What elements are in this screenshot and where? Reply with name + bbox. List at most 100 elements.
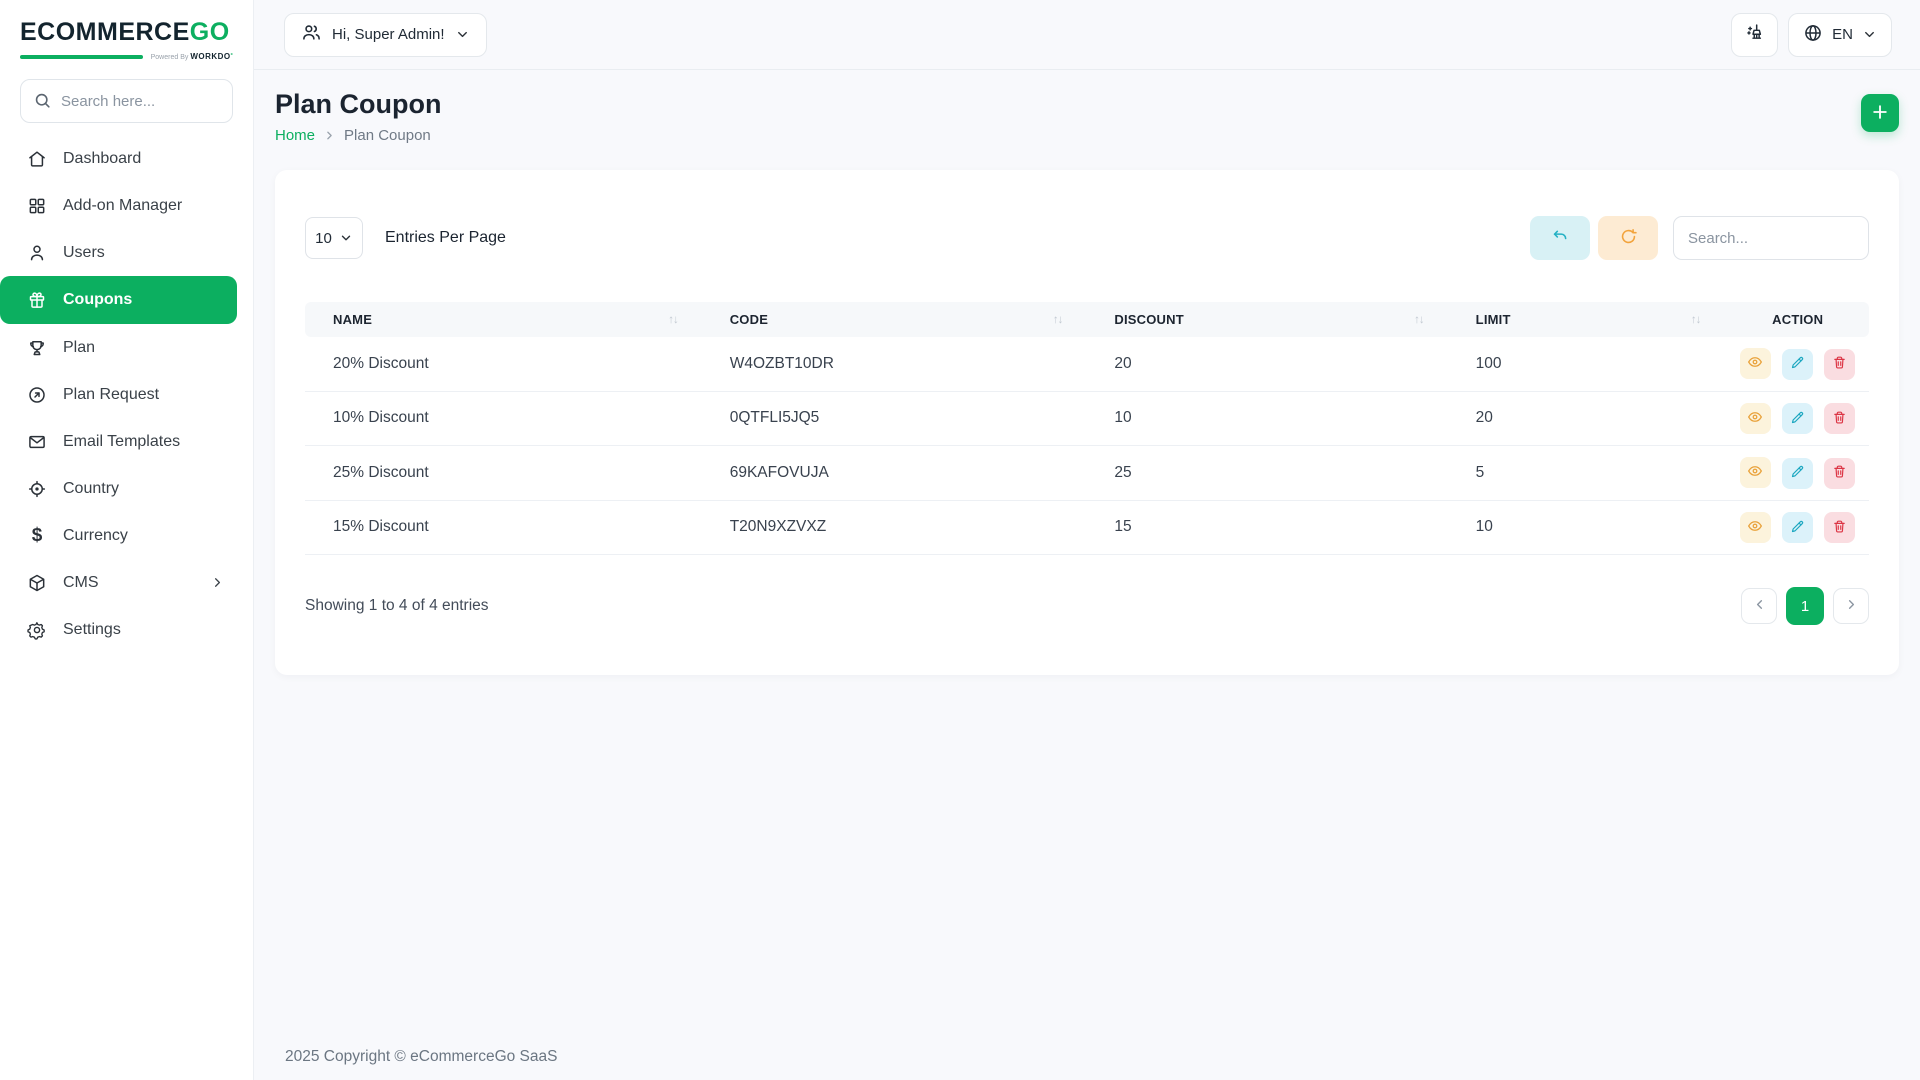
table-tools — [1530, 216, 1869, 260]
arrow-up-right-circle-icon — [27, 385, 47, 405]
sidebar-item-dashboard[interactable]: Dashboard — [0, 135, 253, 182]
edit-button[interactable] — [1782, 458, 1813, 489]
cube-icon — [27, 573, 47, 593]
clear-cache-button[interactable] — [1731, 13, 1778, 57]
coupon-table: NAME↑↓ CODE↑↓ DISCOUNT↑↓ LIMIT↑↓ ACTION … — [305, 302, 1869, 555]
chevron-right-icon — [210, 575, 225, 590]
delete-button[interactable] — [1824, 403, 1855, 434]
column-label: CODE — [730, 312, 768, 327]
trophy-icon — [27, 338, 47, 358]
column-label: LIMIT — [1476, 312, 1511, 327]
topbar: Hi, Super Admin! EN — [254, 0, 1920, 70]
sidebar-item-plan-request[interactable]: Plan Request — [0, 371, 253, 418]
pagination-page-1[interactable]: 1 — [1786, 587, 1824, 625]
sidebar-item-coupons[interactable]: Coupons — [0, 276, 237, 324]
users-group-icon — [301, 22, 322, 47]
user-icon — [27, 243, 47, 263]
brand-logo-sub: Powered By WORKDO˚ — [20, 52, 233, 61]
mail-icon — [27, 432, 47, 452]
sidebar-item-label: Settings — [63, 621, 225, 639]
column-header-limit[interactable]: LIMIT ↑↓ — [1450, 302, 1727, 337]
cell-name: 10% Discount — [305, 391, 704, 446]
pagination-prev-button[interactable] — [1741, 588, 1777, 624]
column-header-name[interactable]: NAME ↑↓ — [305, 302, 704, 337]
gear-icon — [27, 620, 47, 640]
sort-icon[interactable]: ↑↓ — [1691, 314, 1701, 326]
sidebar-item-currency[interactable]: $ Currency — [0, 512, 253, 559]
column-label: ACTION — [1772, 312, 1823, 327]
brand-logo[interactable]: ECOMMERCEGO Powered By WORKDO˚ — [0, 16, 253, 61]
table-row: 15% Discount T20N9XZVXZ 15 10 — [305, 500, 1869, 555]
target-icon — [27, 479, 47, 499]
table-row: 10% Discount 0QTFLI5JQ5 10 20 — [305, 391, 1869, 446]
edit-button[interactable] — [1782, 349, 1813, 380]
chevron-left-icon — [1752, 597, 1767, 615]
brand-name-accent: GO — [190, 18, 230, 46]
globe-icon — [1803, 23, 1823, 47]
chevron-right-icon — [323, 129, 336, 142]
sidebar-item-cms[interactable]: CMS — [0, 559, 253, 606]
delete-button[interactable] — [1824, 512, 1855, 543]
cell-name: 20% Discount — [305, 337, 704, 391]
sidebar-item-label: CMS — [63, 574, 210, 592]
table-header-row: NAME ↑↓ CODE ↑↓ DISCOUNT↑↓ LIMIT ↑↓ ACTION — [305, 302, 1869, 337]
pagination-next-button[interactable] — [1833, 588, 1869, 624]
sidebar-item-plan[interactable]: Plan — [0, 324, 253, 371]
brand-logo-text: ECOMMERCEGO — [20, 18, 233, 47]
eye-icon — [1747, 354, 1763, 373]
table-search-input[interactable] — [1673, 216, 1869, 260]
cell-name: 15% Discount — [305, 500, 704, 555]
sidebar-item-country[interactable]: Country — [0, 465, 253, 512]
sidebar-search — [20, 79, 233, 123]
breadcrumb-home-link[interactable]: Home — [275, 127, 315, 144]
column-header-code[interactable]: CODE ↑↓ — [704, 302, 1089, 337]
refresh-button[interactable] — [1598, 216, 1658, 260]
breadcrumb-current: Plan Coupon — [344, 127, 431, 144]
sort-icon[interactable]: ↑↓ — [1414, 314, 1424, 326]
powered-by: Powered By WORKDO˚ — [151, 52, 233, 61]
pencil-icon — [1790, 519, 1805, 537]
cell-code: W4OZBT10DR — [704, 337, 1089, 391]
view-button[interactable] — [1740, 403, 1771, 434]
sidebar-item-email-templates[interactable]: Email Templates — [0, 418, 253, 465]
home-icon — [27, 149, 47, 169]
copyright-footer: 2025 Copyright © eCommerceGo SaaS — [275, 1048, 1899, 1080]
eye-icon — [1747, 409, 1763, 428]
delete-button[interactable] — [1824, 349, 1855, 380]
sidebar-item-label: Plan — [63, 339, 225, 357]
user-menu-button[interactable]: Hi, Super Admin! — [284, 13, 487, 57]
language-selector[interactable]: EN — [1788, 13, 1892, 57]
column-header-discount[interactable]: DISCOUNT↑↓ — [1088, 302, 1449, 337]
sort-icon[interactable]: ↑↓ — [668, 314, 678, 326]
sort-icon[interactable]: ↑↓ — [1053, 314, 1063, 326]
pencil-icon — [1790, 410, 1805, 428]
sidebar-item-users[interactable]: Users — [0, 229, 253, 276]
view-button[interactable] — [1740, 348, 1771, 379]
sidebar-item-label: Dashboard — [63, 150, 225, 168]
entries-per-page-select[interactable]: 10 — [305, 217, 363, 259]
refresh-icon — [1619, 227, 1638, 249]
column-label: NAME — [333, 312, 372, 327]
table-search — [1673, 216, 1869, 260]
edit-button[interactable] — [1782, 403, 1813, 434]
trash-icon — [1832, 464, 1847, 482]
breadcrumb: Home Plan Coupon — [275, 127, 441, 144]
powered-by-label: Powered By — [151, 54, 189, 61]
page-head: Plan Coupon Home Plan Coupon — [275, 70, 1899, 144]
sidebar-item-addon-manager[interactable]: Add-on Manager — [0, 182, 253, 229]
entries-per-page-label: Entries Per Page — [385, 229, 506, 247]
delete-button[interactable] — [1824, 458, 1855, 489]
edit-button[interactable] — [1782, 512, 1813, 543]
sidebar-item-label: Country — [63, 480, 225, 498]
cell-code: T20N9XZVXZ — [704, 500, 1089, 555]
view-button[interactable] — [1740, 512, 1771, 543]
coupon-table-card: 10 Entries Per Page — [275, 170, 1899, 675]
trash-icon — [1832, 519, 1847, 537]
sidebar-item-settings[interactable]: Settings — [0, 606, 253, 653]
add-coupon-button[interactable] — [1861, 94, 1899, 132]
dollar-icon: $ — [27, 526, 47, 546]
reset-filter-button[interactable] — [1530, 216, 1590, 260]
view-button[interactable] — [1740, 457, 1771, 488]
grid-icon — [27, 196, 47, 216]
cell-code: 0QTFLI5JQ5 — [704, 391, 1089, 446]
